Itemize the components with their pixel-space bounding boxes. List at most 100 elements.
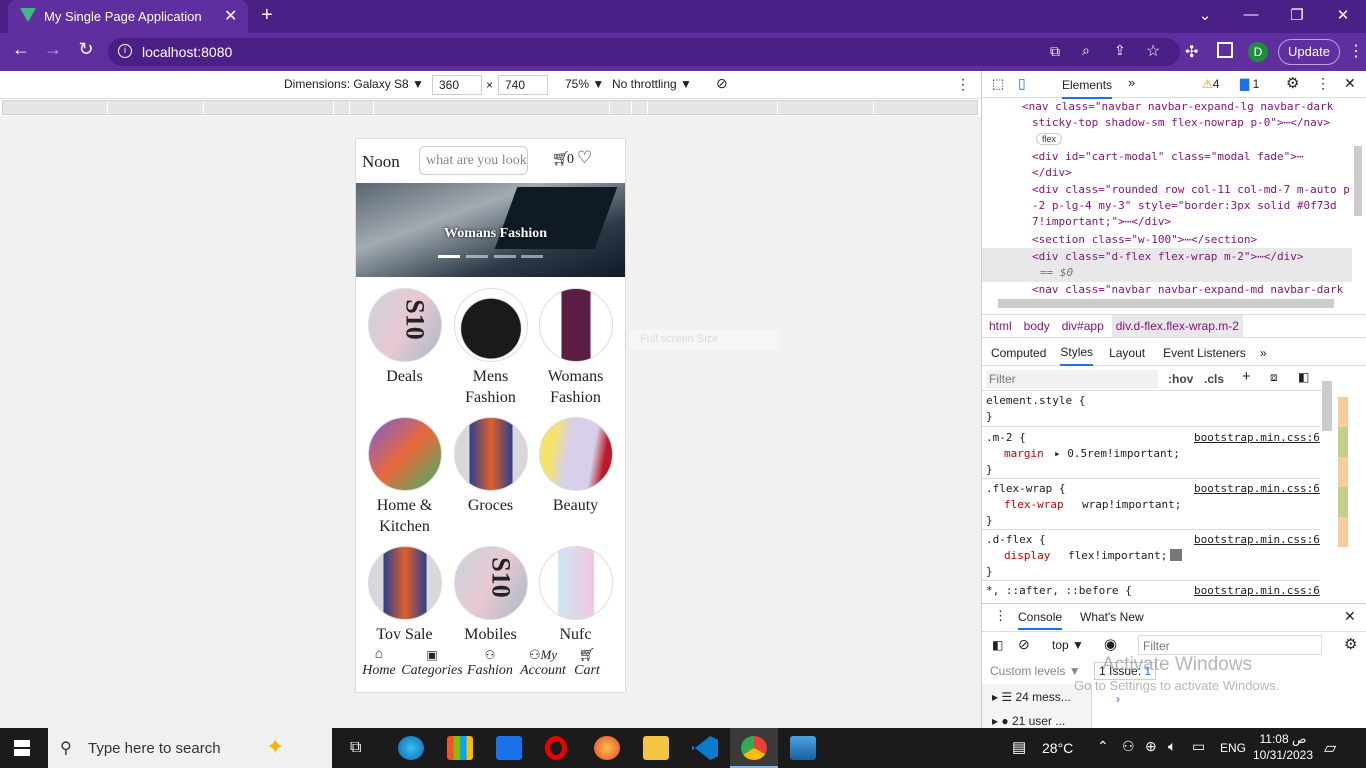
inspect-icon[interactable]: ⬚ (992, 76, 1004, 92)
back-icon[interactable]: ← (10, 39, 32, 60)
tab-whats-new[interactable]: What's New (1080, 610, 1144, 624)
dom-horizontal-scrollbar[interactable] (998, 299, 1334, 308)
styles-filter-input[interactable]: Filter (986, 370, 1158, 389)
category-womans-fashion[interactable]: Womans Fashion (533, 288, 618, 408)
drawer-menu-icon[interactable]: ⋮ (994, 608, 1007, 624)
console-settings-icon[interactable]: ⚙ (1344, 635, 1357, 653)
dom-tree[interactable]: <nav class="navbar navbar-expand-lg navb… (982, 99, 1352, 299)
rule-property[interactable]: display (1004, 548, 1050, 564)
forward-icon[interactable]: → (42, 39, 64, 60)
mail-icon[interactable] (496, 736, 522, 760)
minimize-icon[interactable]: — (1240, 6, 1262, 26)
rule-selector[interactable]: element.style { (986, 393, 1085, 409)
messages-badge[interactable]: ▇ 1 (1240, 77, 1259, 91)
menu-icon[interactable]: ⋮ (1348, 41, 1364, 61)
clock[interactable]: 11:08 ص 10/31/2023 (1250, 731, 1316, 763)
avatar[interactable]: D (1248, 42, 1268, 62)
file-explorer-icon[interactable] (643, 736, 669, 760)
weather-icon[interactable]: ▤ (1012, 738, 1026, 756)
rule-selector[interactable]: .d-flex { (986, 532, 1046, 548)
category-mens-fashion[interactable]: Mens Fashion (448, 288, 533, 408)
sidebar-toggle-icon[interactable]: ◧ (1298, 370, 1309, 384)
custom-levels-select[interactable]: Custom levels ▼ (990, 664, 1081, 678)
restore-icon[interactable]: ❐ (1286, 6, 1308, 26)
rule-source-link[interactable]: bootstrap.min.css:6 (1194, 532, 1320, 548)
category-groces[interactable]: Groces (448, 417, 533, 516)
clear-console-icon[interactable]: ⊘ (1018, 636, 1030, 653)
rule-property[interactable]: flex-wrap (1004, 497, 1064, 513)
category-deals[interactable]: S10 Deals (362, 288, 447, 387)
tab-computed[interactable]: Computed (991, 346, 1046, 360)
chrome-icon[interactable] (741, 736, 767, 760)
tray-app-icon[interactable]: ⚇ (1122, 738, 1135, 755)
category-beauty[interactable]: Beauty (533, 417, 618, 516)
nav-home[interactable]: ⌂ Home (362, 647, 396, 679)
user-messages-row[interactable]: ▸ ● 21 user ... (992, 714, 1065, 728)
drawer-close-icon[interactable]: ✕ (1344, 608, 1356, 625)
breadcrumb-item[interactable]: div.d-flex.flex-wrap.m-2 (1111, 315, 1243, 337)
nav-account[interactable]: ⚇My Account (516, 647, 570, 679)
opera-icon[interactable] (545, 736, 567, 760)
dom-line[interactable]: <div id="cart-modal" class="modal fade">… (1032, 149, 1304, 165)
browser-tab[interactable]: My Single Page Application ✕ (8, 0, 248, 33)
open-in-app-icon[interactable]: ⧉ (1050, 43, 1060, 60)
rule-selector[interactable]: .m-2 { (986, 430, 1026, 446)
vscode-icon[interactable] (692, 736, 718, 760)
console-filter-input[interactable]: Filter (1138, 635, 1322, 655)
site-info-icon[interactable]: i (118, 44, 132, 58)
taskbar-search-box[interactable]: ⚲ Type here to search ✦ (48, 728, 332, 768)
dom-line[interactable]: <div class="d-flex flex-wrap m-2">⋯</div… (1032, 249, 1304, 265)
category-nufc[interactable]: Nufc (533, 546, 618, 645)
dom-line[interactable]: 7!important;">⋯</div> (1032, 214, 1171, 230)
reload-icon[interactable]: ↻ (75, 39, 97, 60)
color-format-icon[interactable]: ⧈ (1270, 370, 1278, 385)
network-icon[interactable]: ⊕ (1145, 738, 1157, 755)
side-panel-icon[interactable] (1217, 42, 1233, 58)
photos-icon[interactable] (790, 736, 816, 760)
zoom-icon[interactable]: ⌕ (1082, 42, 1090, 59)
settings-gear-icon[interactable]: ⚙ (1286, 74, 1299, 92)
flex-badge[interactable]: flex (1036, 133, 1063, 145)
tab-elements[interactable]: Elements (1062, 78, 1113, 99)
tab-search-icon[interactable]: ⌄ (1194, 6, 1216, 26)
flexbox-editor-icon[interactable] (1170, 549, 1182, 561)
heart-icon[interactable]: ♡ (577, 148, 592, 168)
dimensions-select[interactable]: Dimensions: Galaxy S8 ▼ (284, 77, 424, 91)
rule-source-link[interactable]: bootstrap.min.css:6 (1194, 481, 1320, 497)
devtools-close-icon[interactable]: ✕ (1344, 75, 1356, 92)
rule-source-link[interactable]: bootstrap.min.css:6 (1194, 430, 1320, 446)
console-prompt-icon[interactable]: › (1116, 692, 1120, 706)
tab-close-icon[interactable]: ✕ (224, 6, 237, 26)
language-indicator[interactable]: ENG (1220, 741, 1246, 755)
tab-layout[interactable]: Layout (1109, 346, 1145, 360)
dom-vertical-scrollbar[interactable] (1354, 146, 1362, 216)
more-subtabs-icon[interactable]: » (1260, 346, 1267, 360)
windows-start-icon[interactable] (14, 740, 30, 756)
nav-categories[interactable]: ▣ Categories (400, 647, 464, 679)
rule-source-link[interactable]: bootstrap.min.css:6 (1194, 583, 1320, 597)
rule-property[interactable]: margin (1004, 446, 1044, 462)
carousel-indicator[interactable] (494, 255, 516, 258)
firefox-icon[interactable] (594, 736, 620, 760)
rule-value[interactable]: ▸ 0.5rem!important; (1054, 446, 1180, 462)
close-window-icon[interactable]: ✕ (1332, 6, 1354, 26)
category-mobiles[interactable]: S10 Mobiles (448, 546, 533, 645)
device-toggle-icon[interactable]: ▯ (1018, 75, 1026, 92)
media-query-bar[interactable] (2, 100, 978, 116)
nav-cart[interactable]: 🛒︎ Cart (570, 647, 604, 679)
rule-value[interactable]: wrap!important; (1082, 497, 1181, 513)
volume-icon[interactable]: 🔈︎ (1168, 738, 1176, 755)
breadcrumb-item[interactable]: div#app (1062, 319, 1104, 333)
messages-filter-row[interactable]: ▸ ☰ 24 mess... (992, 690, 1071, 704)
add-rule-icon[interactable]: + (1242, 368, 1251, 385)
rule-selector[interactable]: .flex-wrap { (986, 481, 1065, 497)
styles-scrollbar[interactable] (1322, 381, 1332, 431)
breadcrumb-item[interactable]: html (989, 319, 1012, 333)
tab-styles[interactable]: Styles (1060, 340, 1094, 366)
rule-selector[interactable]: *, ::after, ::before { (986, 583, 1132, 597)
warnings-badge[interactable]: ⚠4 (1202, 77, 1219, 91)
tray-chevron-icon[interactable]: ⌃ (1097, 738, 1109, 755)
dom-line[interactable]: <section class="w-100">⋯</section> (1032, 232, 1257, 248)
carousel-indicator[interactable] (466, 255, 488, 258)
throttling-select[interactable]: No throttling ▼ (612, 77, 692, 91)
